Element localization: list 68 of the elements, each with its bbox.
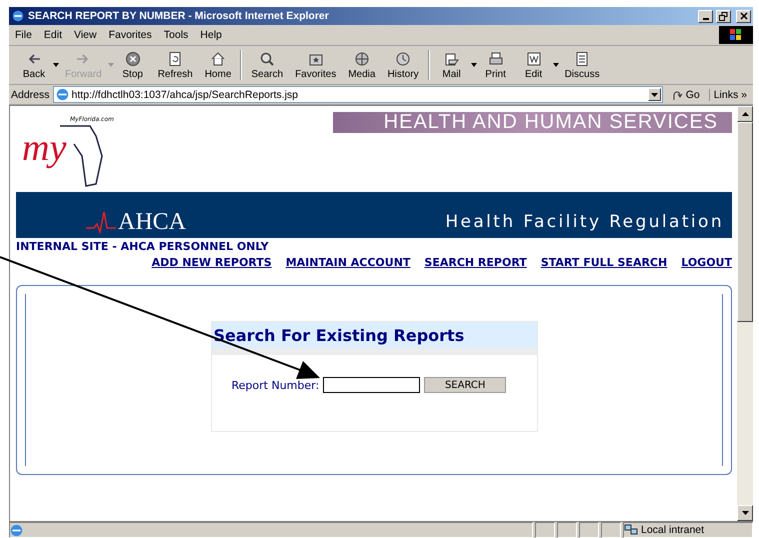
menu-item[interactable]: Help	[194, 29, 228, 41]
agency-name: AHCA	[118, 210, 186, 234]
scrollbar-thumb[interactable]	[737, 122, 753, 322]
menu-item[interactable]: View	[68, 29, 103, 41]
search-button[interactable]: SEARCH	[424, 377, 506, 393]
dropdown-button[interactable]	[648, 88, 661, 101]
nav-link[interactable]: ADD NEW REPORTS	[152, 256, 272, 269]
stop-icon	[124, 50, 141, 66]
menu-item[interactable]: Tools	[158, 29, 194, 41]
toolbar-button[interactable]: Refresh	[152, 50, 199, 80]
nav-link[interactable]: SEARCH REPORT	[424, 256, 527, 269]
menu-item[interactable]: File	[9, 29, 38, 41]
toolbar-button[interactable]: Back	[15, 50, 53, 80]
page-icon	[56, 88, 69, 101]
department-banner: HEALTH AND HUMAN SERVICES	[333, 112, 732, 133]
document-icon	[526, 50, 542, 66]
go-button[interactable]: Go	[666, 88, 706, 100]
close-icon	[740, 12, 748, 20]
toolbar-button[interactable]: Print	[476, 50, 515, 80]
clock-icon	[395, 50, 412, 66]
menu-item[interactable]: Edit	[38, 29, 68, 41]
close-button[interactable]	[736, 10, 751, 22]
arrow-icon	[672, 88, 684, 100]
toolbar-button[interactable]: Media	[342, 50, 382, 80]
toolbar-button[interactable]: Discuss	[558, 50, 606, 80]
toolbar-button[interactable]: Mail	[432, 50, 471, 80]
restore-button[interactable]	[716, 10, 731, 22]
notice-text: INTERNAL SITE - AHCA PERSONNEL ONLY	[16, 240, 270, 253]
toolbar-button[interactable]: Favorites	[289, 50, 342, 80]
nav-link[interactable]: MAINTAIN ACCOUNT	[286, 256, 410, 269]
card-heading: Search For Existing Reports	[212, 322, 536, 348]
field-label: Report Number:	[232, 378, 320, 392]
caret-icon[interactable]	[53, 63, 59, 67]
down-triangle-icon	[742, 511, 748, 515]
toolbar-button[interactable]: History	[381, 50, 425, 80]
windows-logo	[719, 26, 753, 44]
report-number-field[interactable]	[323, 377, 420, 393]
window-title: SEARCH REPORT BY NUMBER - Microsoft Internet Explorer	[28, 10, 330, 22]
nav-link[interactable]: START FULL SEARCH	[540, 256, 668, 269]
address-field[interactable]: http://fdhctlh03:1037/ahca/jsp/SearchReports.jsp	[52, 86, 663, 103]
minimize-button[interactable]	[698, 10, 713, 22]
heartbeat-icon	[86, 210, 116, 234]
address-label: Address	[11, 88, 50, 100]
restore-icon	[719, 12, 728, 20]
menu-item[interactable]: Favorites	[102, 29, 158, 41]
scroll-down-button[interactable]	[737, 505, 753, 521]
up-triangle-icon	[742, 112, 748, 116]
caret-icon[interactable]	[470, 63, 477, 67]
division-name: Health Facility Regulation	[445, 212, 724, 234]
refresh-icon	[167, 50, 184, 66]
globe-icon	[354, 50, 370, 66]
toolbar-button[interactable]: Home	[198, 50, 238, 80]
links-button[interactable]: Links »	[708, 88, 751, 100]
house-icon	[210, 50, 226, 66]
nav-link[interactable]: LOGOUT	[681, 256, 732, 269]
toolbar-button[interactable]: Stop	[114, 50, 152, 80]
mail-icon	[444, 50, 460, 66]
browser-icon	[11, 9, 25, 23]
printer-icon	[488, 50, 504, 66]
scroll-up-button[interactable]	[737, 106, 753, 122]
search-icon	[259, 50, 276, 66]
network-icon	[624, 524, 638, 536]
toolbar-button[interactable]: Edit	[514, 50, 553, 80]
caret-icon	[650, 92, 658, 96]
document-icon	[574, 50, 590, 66]
zone-label: Local intranet	[641, 524, 704, 536]
caret-icon[interactable]	[552, 63, 559, 67]
toolbar-button[interactable]: Search	[245, 50, 290, 80]
